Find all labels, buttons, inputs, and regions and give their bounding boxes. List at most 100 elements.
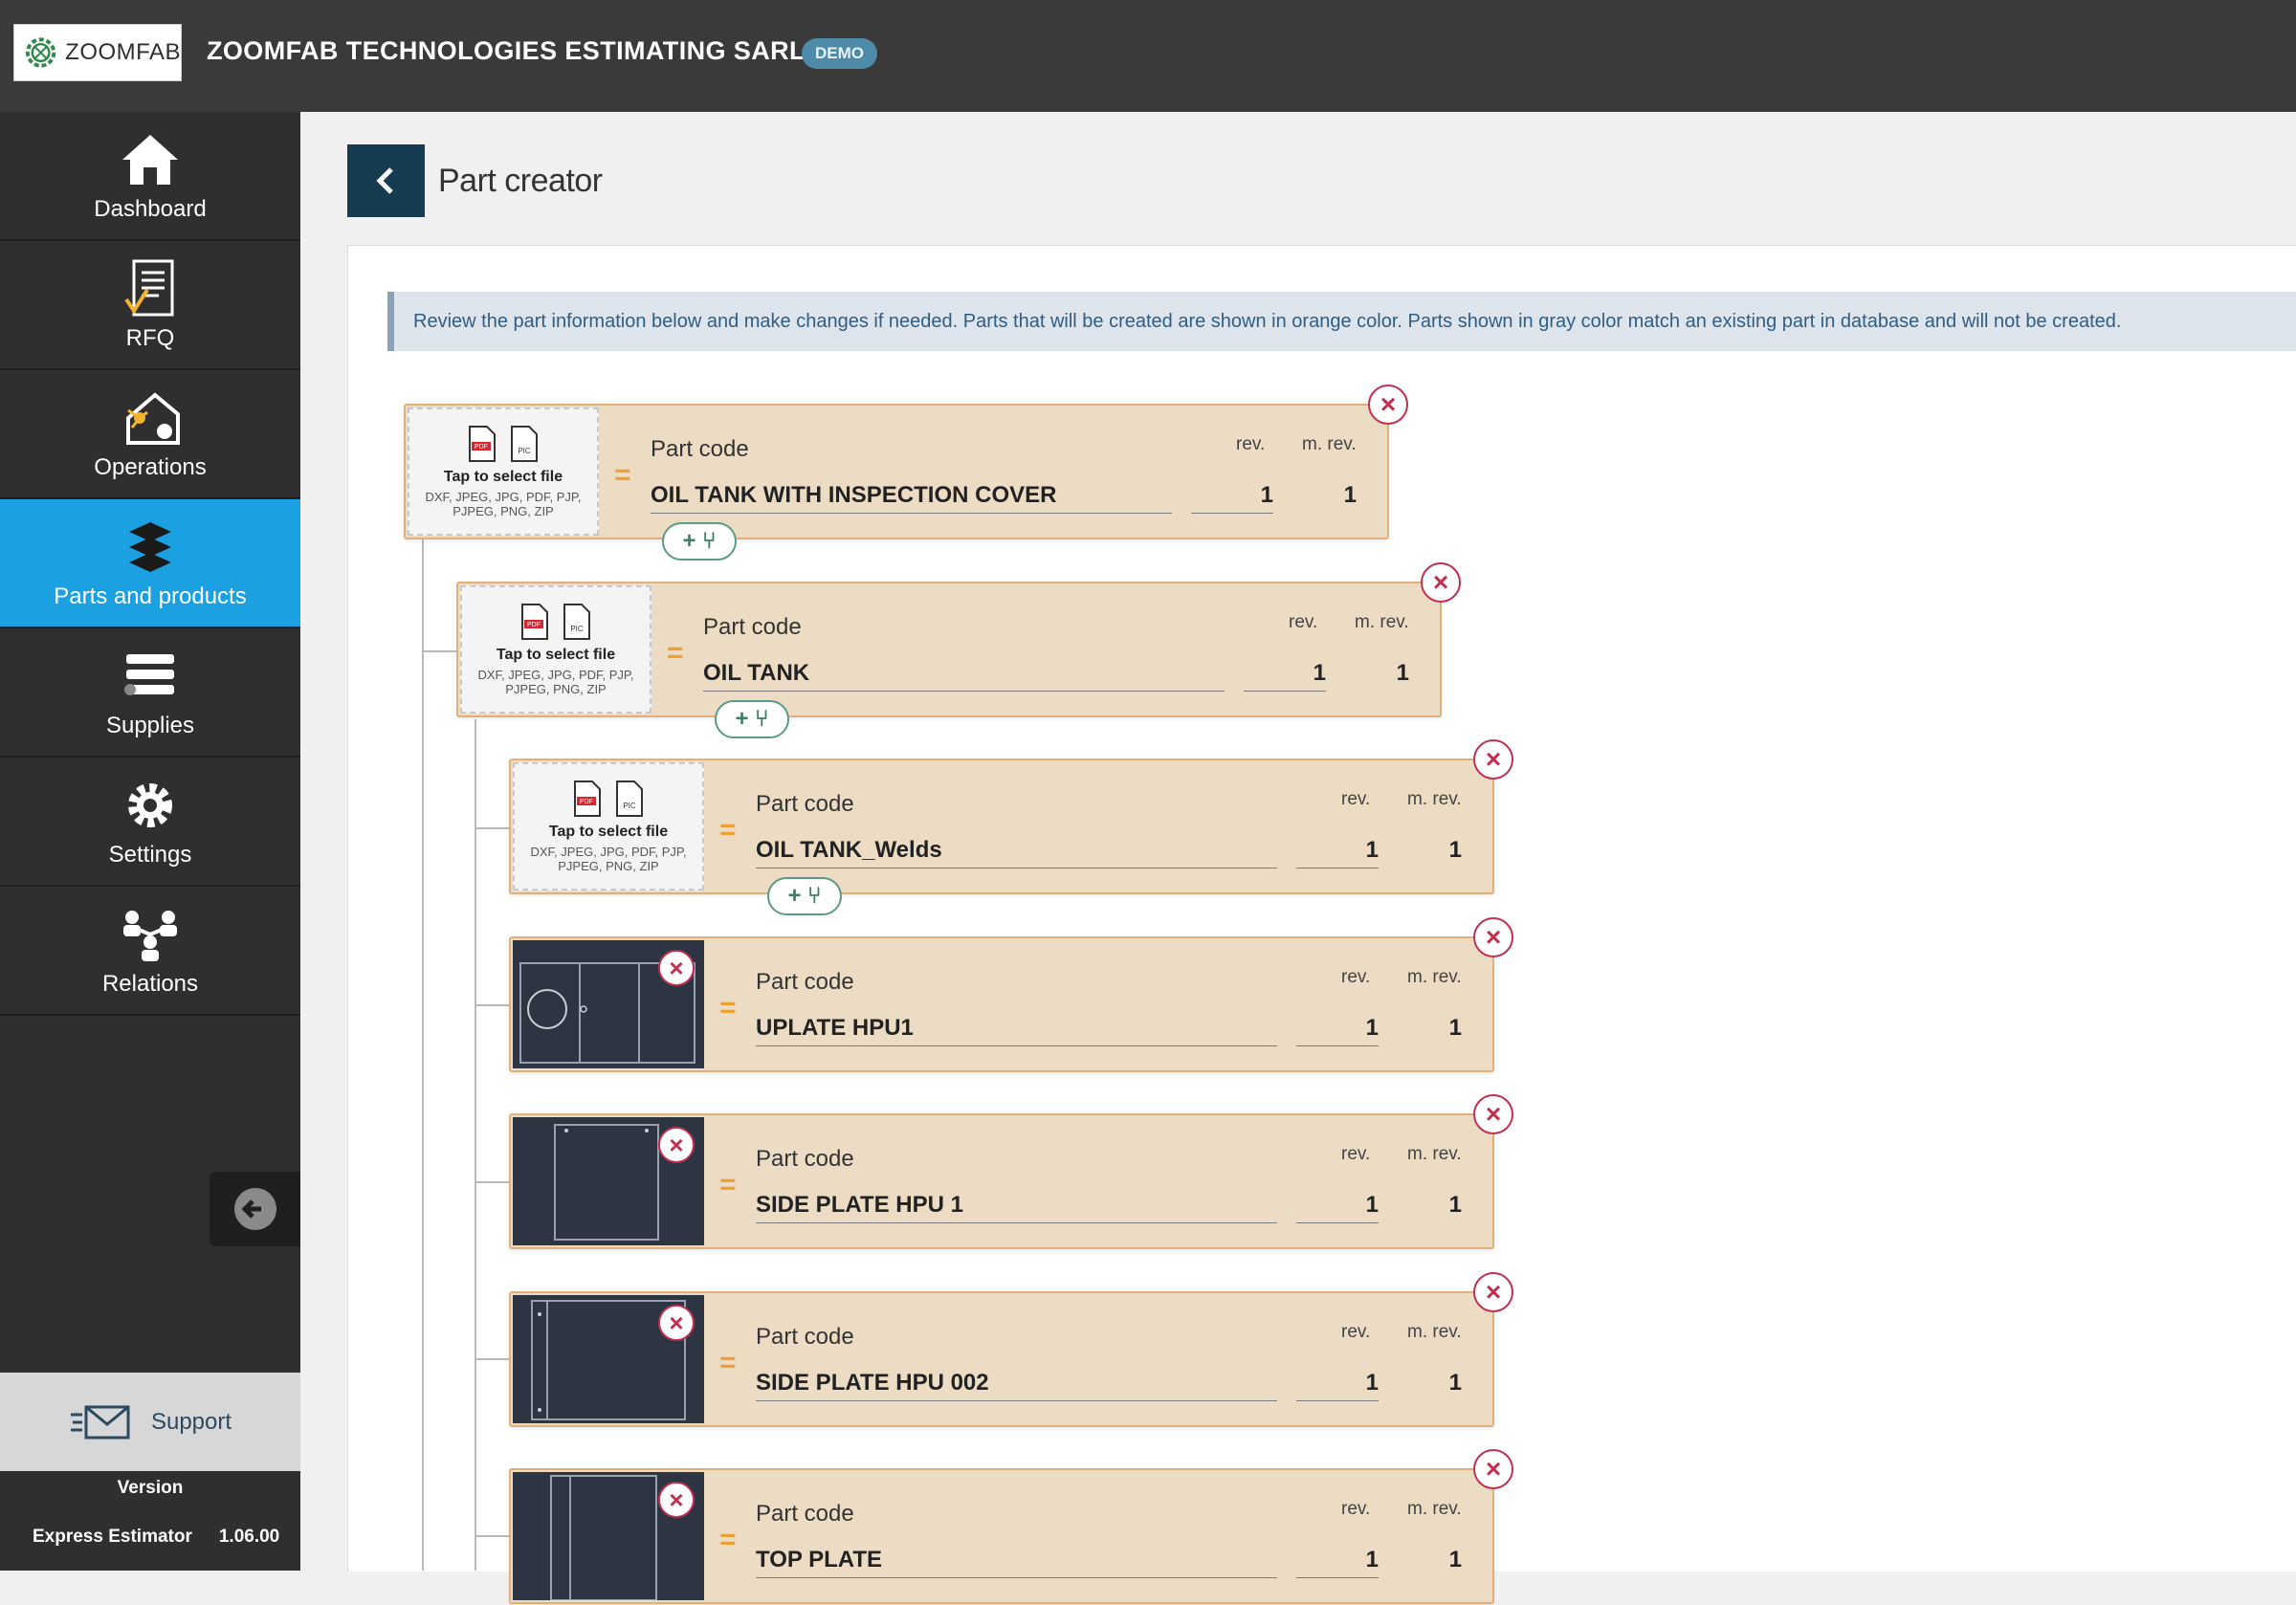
part-code-input[interactable]: OIL TANK	[703, 660, 1225, 692]
part-drawing-thumbnail[interactable]: ×	[513, 940, 704, 1068]
supplies-stack-icon	[117, 646, 184, 707]
sidebar: Dashboard RFQ Operations Parts and produ…	[0, 112, 300, 1571]
sidebar-item-parts-and-products[interactable]: Parts and products	[0, 499, 300, 628]
file-upload-zone[interactable]: PDF PIC Tap to select file DXF, JPEG, JPG, …	[460, 585, 651, 714]
delete-part-button[interactable]: ×	[1473, 917, 1513, 957]
part-drawing-thumbnail[interactable]: ×	[513, 1117, 704, 1245]
company-logo[interactable]: ZOOMFAB	[13, 24, 182, 81]
part-code-input[interactable]: OIL TANK_Welds	[756, 837, 1277, 868]
drag-handle-icon[interactable]: =	[719, 992, 737, 1024]
part-card[interactable]: PDF PIC Tap to select file DXF, JPEG, JPG, …	[456, 562, 1461, 738]
sidebar-item-operations[interactable]: Operations	[0, 370, 300, 499]
m-rev-value: 1	[1448, 1547, 1462, 1572]
close-icon: ×	[669, 1484, 684, 1514]
drag-handle-icon[interactable]: =	[719, 814, 737, 846]
rev-input[interactable]: 1	[1191, 482, 1273, 514]
delete-part-button[interactable]: ×	[1473, 1272, 1513, 1312]
rev-label: rev.	[1236, 434, 1266, 454]
part-card[interactable]: × = Part code rev. m. rev. SIDE PLATE HPU 1 1 1…	[509, 1094, 1513, 1249]
delete-part-button[interactable]: ×	[1368, 385, 1408, 425]
tree-connector	[475, 1004, 509, 1006]
delete-part-button[interactable]: ×	[1473, 1449, 1513, 1489]
rev-label: rev.	[1341, 1322, 1371, 1342]
tree-connector	[422, 538, 424, 1571]
back-button[interactable]	[347, 144, 425, 217]
tree-connector	[422, 650, 456, 652]
delete-part-button[interactable]: ×	[1421, 562, 1461, 603]
file-upload-zone[interactable]: PDF PIC Tap to select file DXF, JPEG, JPG, …	[408, 407, 599, 536]
m-rev-value: 1	[1448, 1192, 1462, 1218]
sidebar-item-label: Relations	[101, 970, 199, 997]
svg-text:PIC: PIC	[623, 802, 636, 810]
rev-input[interactable]: 1	[1296, 1015, 1379, 1046]
m-rev-value: 1	[1448, 837, 1462, 863]
drag-handle-icon[interactable]: =	[719, 1347, 737, 1379]
remove-file-button[interactable]: ×	[658, 1127, 695, 1163]
part-card[interactable]: PDF PIC Tap to select file DXF, JPEG, JPG, …	[509, 739, 1513, 915]
part-code-input[interactable]: OIL TANK WITH INSPECTION COVER	[651, 482, 1172, 514]
version-number: 1.06.00	[218, 1527, 280, 1547]
delete-part-button[interactable]: ×	[1473, 1094, 1513, 1134]
file-types-label: DXF, JPEG, JPG, PDF, PJP, PJPEG, PNG, ZI…	[477, 668, 634, 696]
remove-file-button[interactable]: ×	[658, 1305, 695, 1341]
delete-part-button[interactable]: ×	[1473, 739, 1513, 780]
file-upload-zone[interactable]: PDF PIC Tap to select file DXF, JPEG, JPG, …	[513, 762, 704, 890]
close-icon: ×	[669, 1130, 684, 1159]
part-card[interactable]: × = Part code rev. m. rev. TOP PLATE 1 1 ×	[509, 1449, 1513, 1604]
svg-text:PDF: PDF	[527, 622, 541, 628]
close-icon: ×	[1485, 744, 1502, 774]
pdf-file-icon: PDF	[574, 781, 601, 817]
collapse-sidebar-button[interactable]	[210, 1172, 300, 1246]
part-card[interactable]: × = Part code rev. m. rev. SIDE PLATE HPU 002…	[509, 1272, 1513, 1427]
m-rev-value: 1	[1396, 660, 1409, 686]
add-child-part-button[interactable]: + ⑂	[662, 522, 737, 561]
close-icon: ×	[1485, 1277, 1502, 1307]
part-code-input[interactable]: UPLATE HPU1	[756, 1015, 1277, 1046]
part-card[interactable]: PDF PIC Tap to select file DXF, JPEG, JPG, …	[404, 385, 1408, 561]
sidebar-item-relations[interactable]: Relations	[0, 887, 300, 1016]
rev-input[interactable]: 1	[1296, 1370, 1379, 1401]
m-rev-value: 1	[1448, 1015, 1462, 1041]
info-message: Review the part information below and ma…	[387, 292, 2296, 351]
tap-to-select-label: Tap to select file	[443, 469, 563, 485]
remove-file-button[interactable]: ×	[658, 950, 695, 986]
part-code-label: Part code	[756, 969, 854, 995]
part-code-input[interactable]: TOP PLATE	[756, 1547, 1277, 1578]
tree-connector	[475, 1358, 509, 1360]
m-rev-label: m. rev.	[1355, 612, 1409, 632]
rev-input[interactable]: 1	[1296, 837, 1379, 868]
tap-to-select-label: Tap to select file	[496, 647, 616, 663]
rev-input[interactable]: 1	[1244, 660, 1326, 692]
add-child-part-button[interactable]: + ⑂	[767, 877, 842, 915]
sidebar-item-supplies[interactable]: Supplies	[0, 628, 300, 758]
envelope-icon	[70, 1405, 130, 1439]
sidebar-item-label: Dashboard	[94, 195, 207, 222]
part-card[interactable]: × = Part code rev. m. rev. UPLATE HPU1 1 1 ×	[509, 917, 1513, 1072]
rev-label: rev.	[1341, 789, 1371, 809]
rev-input[interactable]: 1	[1296, 1192, 1379, 1223]
sidebar-item-settings[interactable]: Settings	[0, 758, 300, 887]
drag-handle-icon[interactable]: =	[667, 637, 684, 670]
sidebar-item-rfq[interactable]: RFQ	[0, 241, 300, 370]
rev-input[interactable]: 1	[1296, 1547, 1379, 1578]
part-code-input[interactable]: SIDE PLATE HPU 1	[756, 1192, 1277, 1223]
drag-handle-icon[interactable]: =	[719, 1524, 737, 1556]
part-code-input[interactable]: SIDE PLATE HPU 002	[756, 1370, 1277, 1401]
part-drawing-thumbnail[interactable]: ×	[513, 1295, 704, 1423]
remove-file-button[interactable]: ×	[658, 1482, 695, 1518]
m-rev-value: 1	[1448, 1370, 1462, 1396]
rev-label: rev.	[1341, 967, 1371, 987]
support-button[interactable]: Support	[0, 1373, 300, 1471]
product-name: Express Estimator	[33, 1527, 192, 1547]
add-child-part-button[interactable]: + ⑂	[715, 700, 789, 738]
part-drawing-thumbnail[interactable]: ×	[513, 1472, 704, 1601]
image-file-icon: PIC	[563, 604, 590, 640]
drag-handle-icon[interactable]: =	[614, 459, 631, 492]
drag-handle-icon[interactable]: =	[719, 1169, 737, 1201]
logo-text: ZOOMFAB	[65, 39, 181, 65]
sidebar-item-dashboard[interactable]: Dashboard	[0, 112, 300, 241]
close-icon: ×	[1485, 1454, 1502, 1484]
part-code-label: Part code	[756, 791, 854, 817]
rfq-document-icon	[117, 258, 184, 319]
company-name: ZOOMFAB TECHNOLOGIES ESTIMATING SARL	[207, 36, 806, 65]
